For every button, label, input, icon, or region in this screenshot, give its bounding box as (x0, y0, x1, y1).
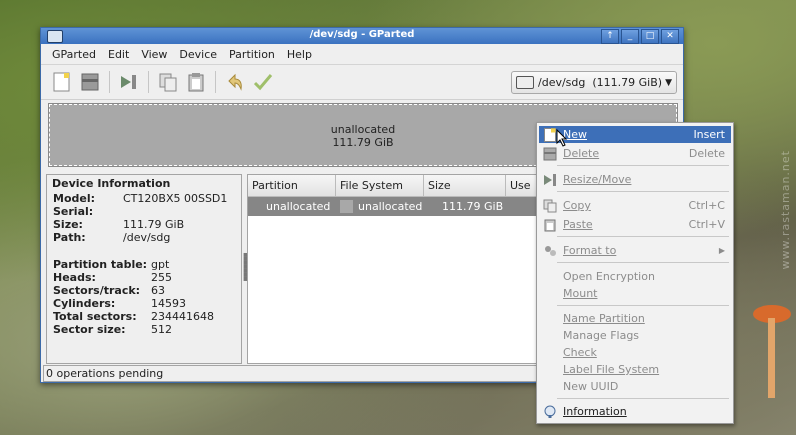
device-selector[interactable]: /dev/sdg (111.79 GiB) ▼ (511, 71, 677, 94)
new-icon (543, 127, 557, 142)
menu-item-resize-move[interactable]: Resize/Move (539, 171, 731, 188)
menu-help[interactable]: Help (282, 46, 317, 63)
minimize-button[interactable]: _ (621, 29, 639, 44)
shade-button[interactable]: ↑ (601, 29, 619, 44)
menu-separator (557, 236, 729, 237)
mouse-cursor-icon (556, 129, 568, 147)
menu-gparted[interactable]: GParted (47, 46, 101, 63)
cell-file-system: unallocated (358, 199, 423, 213)
menu-device[interactable]: Device (174, 46, 222, 63)
device-field: Sectors/track: 63 (53, 284, 165, 297)
menu-item-label-file-system[interactable]: Label File System (539, 361, 731, 378)
column-partition[interactable]: Partition (248, 175, 336, 196)
maximize-button[interactable]: □ (641, 29, 659, 44)
menu-item-information[interactable]: Information (539, 403, 731, 420)
close-button[interactable]: ✕ (661, 29, 679, 44)
chevron-down-icon: ▼ (665, 77, 672, 88)
new-icon (53, 72, 70, 92)
apply-icon (253, 74, 273, 91)
menu-item-check[interactable]: Check (539, 344, 731, 361)
menu-separator (557, 398, 729, 399)
info-icon (543, 405, 557, 419)
menu-separator (557, 262, 729, 263)
copy-icon (159, 73, 177, 92)
toolbar-separator (148, 71, 149, 93)
device-field: Path:/dev/sdg (53, 231, 171, 244)
resize-move-button[interactable] (118, 71, 140, 93)
submenu-arrow-icon: ▶ (718, 246, 725, 255)
toolbar-separator (215, 71, 216, 93)
device-field: Cylinders: 14593 (53, 297, 186, 310)
menu-separator (557, 191, 729, 192)
delete-partition-button[interactable] (79, 71, 101, 93)
copy-button[interactable] (157, 71, 179, 93)
menu-item-delete[interactable]: Delete Delete (539, 145, 731, 162)
device-field: Heads: 255 (53, 271, 172, 284)
menu-separator (557, 305, 729, 306)
paste-icon (188, 73, 204, 92)
format-icon (543, 244, 557, 258)
undo-icon (228, 73, 242, 91)
device-field: Serial: (53, 205, 94, 218)
paste-button[interactable] (185, 71, 207, 93)
menu-item-paste[interactable]: Paste Ctrl+V (539, 216, 731, 233)
device-field: Sector size: 512 (53, 323, 172, 336)
resize-icon (121, 75, 136, 89)
column-size[interactable]: Size (424, 175, 506, 196)
device-selector-label: /dev/sdg (111.79 GiB) (538, 76, 663, 89)
menu-edit[interactable]: Edit (103, 46, 134, 63)
window-title: /dev/sdg - GParted (309, 29, 415, 40)
cell-partition: unallocated (266, 200, 331, 213)
device-field: Partition table: gpt (53, 258, 170, 271)
menu-partition[interactable]: Partition (224, 46, 280, 63)
menu-item-name-partition[interactable]: Name Partition (539, 310, 731, 327)
mushroom-image (753, 305, 791, 398)
device-field: Total sectors: 234441648 (53, 310, 214, 323)
device-information-header: Device Information (52, 177, 171, 190)
new-partition-button[interactable] (51, 71, 73, 93)
copy-icon (543, 199, 557, 213)
filesystem-color-swatch (340, 200, 353, 214)
cell-size: 111.79 GiB (442, 200, 504, 213)
menu-item-manage-flags[interactable]: Manage Flags (539, 327, 731, 344)
device-field: Model: CT120BX5 00SSD1 (53, 192, 228, 205)
device-information-panel: Device Information Model: CT120BX5 00SSD1… (46, 174, 242, 364)
toolbar-separator (109, 71, 110, 93)
menu-item-open-encryption[interactable]: Open Encryption (539, 268, 731, 285)
device-field: Size: 111.79 GiB (53, 218, 185, 231)
resize-icon (543, 173, 557, 187)
menu-separator (557, 165, 729, 166)
watermark: www.rastaman.net (779, 150, 792, 270)
title-bar[interactable]: /dev/sdg - GParted ↑ _ □ ✕ (41, 28, 683, 44)
menu-item-copy[interactable]: Copy Ctrl+C (539, 197, 731, 214)
paste-icon (543, 218, 557, 232)
menu-item-mount[interactable]: Mount (539, 285, 731, 302)
context-menu: New Insert Delete Delete Resize/Move Cop… (536, 122, 734, 424)
menu-view[interactable]: View (136, 46, 172, 63)
drive-icon (516, 76, 534, 89)
undo-button[interactable] (224, 71, 246, 93)
menu-item-format-to[interactable]: Format to ▶ (539, 242, 731, 259)
menu-bar: GParted Edit View Device Partition Help (41, 44, 683, 65)
column-file-system[interactable]: File System (336, 175, 424, 196)
delete-icon (543, 147, 557, 161)
toolbar: /dev/sdg (111.79 GiB) ▼ (41, 65, 683, 100)
menu-item-new-uuid[interactable]: New UUID (539, 378, 731, 395)
apply-button[interactable] (252, 71, 274, 93)
delete-icon (81, 73, 99, 91)
